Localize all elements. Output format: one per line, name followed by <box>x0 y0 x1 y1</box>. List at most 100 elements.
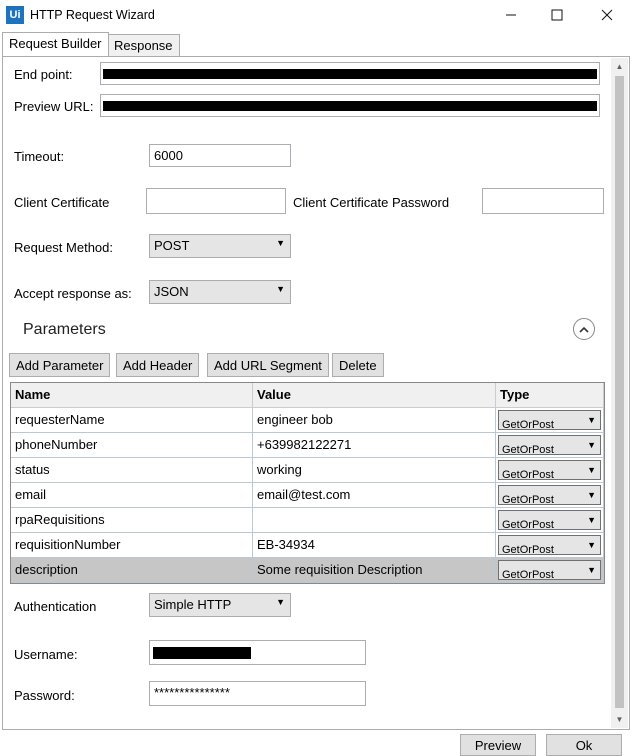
authentication-value: Simple HTTP <box>154 597 232 612</box>
username-input[interactable] <box>149 640 366 665</box>
param-name-cell[interactable]: email <box>11 483 253 508</box>
param-type-value: GetOrPost <box>502 444 554 455</box>
param-value-cell[interactable]: EB-34934 <box>253 533 496 558</box>
end-point-label: End point: <box>14 67 73 82</box>
param-value-cell[interactable]: working <box>253 458 496 483</box>
preview-button[interactable]: Preview <box>460 734 536 756</box>
add-parameter-button[interactable]: Add Parameter <box>9 353 111 377</box>
table-row[interactable]: rpaRequisitions GetOrPost ▼ <box>11 508 604 533</box>
tab-request-builder[interactable]: Request Builder <box>2 32 109 56</box>
param-name-cell[interactable]: requesterName <box>11 408 253 433</box>
column-header-type[interactable]: Type <box>496 383 604 408</box>
column-header-name[interactable]: Name <box>11 383 253 408</box>
scroll-up-icon[interactable]: ▲ <box>611 58 628 75</box>
client-certificate-password-input[interactable] <box>482 188 604 214</box>
dropdown-arrow-icon: ▼ <box>587 415 596 425</box>
request-method-label: Request Method: <box>14 240 114 255</box>
maximize-button[interactable] <box>534 0 580 30</box>
end-point-field[interactable] <box>100 62 600 85</box>
param-type-select[interactable]: GetOrPost ▼ <box>498 485 601 505</box>
minimize-icon <box>506 14 516 16</box>
add-header-button[interactable]: Add Header <box>116 353 200 377</box>
table-row[interactable]: phoneNumber +639982122271 GetOrPost ▼ <box>11 433 604 458</box>
minimize-button[interactable] <box>488 0 534 30</box>
param-type-cell: GetOrPost ▼ <box>496 533 604 558</box>
add-url-segment-button[interactable]: Add URL Segment <box>207 353 329 377</box>
param-type-select[interactable]: GetOrPost ▼ <box>498 435 601 455</box>
request-builder-panel: End point: Preview URL: Timeout: 6000 Cl… <box>2 56 630 730</box>
window-title: HTTP Request Wizard <box>30 8 155 22</box>
param-type-select[interactable]: GetOrPost ▼ <box>498 535 601 555</box>
parameters-heading: Parameters <box>23 321 106 338</box>
maximize-icon <box>551 9 563 21</box>
table-row[interactable]: description Some requisition Description G… <box>11 558 604 583</box>
param-name-cell[interactable]: phoneNumber <box>11 433 253 458</box>
password-label: Password: <box>14 688 75 703</box>
close-button[interactable] <box>584 0 630 30</box>
param-name-cell[interactable]: rpaRequisitions <box>11 508 253 533</box>
ok-button[interactable]: Ok <box>546 734 622 756</box>
table-row[interactable]: email email@test.com GetOrPost ▼ <box>11 483 604 508</box>
uipath-logo-icon: Ui <box>6 6 24 24</box>
delete-button[interactable]: Delete <box>332 353 384 377</box>
title-bar: Ui HTTP Request Wizard <box>0 0 634 32</box>
preview-url-field[interactable] <box>100 94 600 117</box>
param-type-cell: GetOrPost ▼ <box>496 408 604 433</box>
param-type-select[interactable]: GetOrPost ▼ <box>498 460 601 480</box>
dropdown-arrow-icon: ▼ <box>276 597 285 607</box>
param-name-cell[interactable]: requisitionNumber <box>11 533 253 558</box>
param-value-cell[interactable]: engineer bob <box>253 408 496 433</box>
authentication-select[interactable]: Simple HTTP ▼ <box>149 593 291 617</box>
dropdown-arrow-icon: ▼ <box>587 540 596 550</box>
param-type-cell: GetOrPost ▼ <box>496 508 604 533</box>
chevron-up-icon[interactable] <box>573 318 595 340</box>
param-type-cell: GetOrPost ▼ <box>496 558 604 583</box>
password-input[interactable]: *************** <box>149 681 366 706</box>
param-value-cell[interactable]: Some requisition Description <box>253 558 496 583</box>
param-value-cell[interactable] <box>253 508 496 533</box>
accept-response-label: Accept response as: <box>14 286 132 301</box>
redaction-bar <box>103 69 597 79</box>
param-type-value: GetOrPost <box>502 544 554 555</box>
table-row[interactable]: requisitionNumber EB-34934 GetOrPost ▼ <box>11 533 604 558</box>
tab-response[interactable]: Response <box>107 34 180 56</box>
param-type-value: GetOrPost <box>502 494 554 505</box>
dropdown-arrow-icon: ▼ <box>587 465 596 475</box>
column-header-value[interactable]: Value <box>253 383 496 408</box>
param-type-value: GetOrPost <box>502 419 554 430</box>
grid-header: Name Value Type <box>11 383 604 408</box>
table-row[interactable]: status working GetOrPost ▼ <box>11 458 604 483</box>
client-certificate-input[interactable] <box>146 188 286 214</box>
tab-strip: Request Builder Response <box>0 32 634 56</box>
dropdown-arrow-icon: ▼ <box>276 238 285 248</box>
redaction-bar <box>103 101 597 111</box>
timeout-label: Timeout: <box>14 149 65 164</box>
request-method-select[interactable]: POST ▼ <box>149 234 291 258</box>
dropdown-arrow-icon: ▼ <box>587 565 596 575</box>
parameters-grid: Name Value Type requesterName engineer bo… <box>10 382 605 584</box>
dropdown-arrow-icon: ▼ <box>587 490 596 500</box>
scroll-thumb[interactable] <box>615 76 624 708</box>
client-certificate-label: Client Certificate <box>14 195 110 210</box>
param-type-cell: GetOrPost ▼ <box>496 483 604 508</box>
param-name-cell[interactable]: status <box>11 458 253 483</box>
param-type-value: GetOrPost <box>502 569 554 580</box>
scroll-down-icon[interactable]: ▼ <box>611 711 628 728</box>
table-row[interactable]: requesterName engineer bob GetOrPost ▼ <box>11 408 604 433</box>
request-method-value: POST <box>154 238 190 253</box>
param-value-cell[interactable]: email@test.com <box>253 483 496 508</box>
username-label: Username: <box>14 647 78 662</box>
param-type-cell: GetOrPost ▼ <box>496 433 604 458</box>
dropdown-arrow-icon: ▼ <box>587 515 596 525</box>
authentication-label: Authentication <box>14 599 97 614</box>
param-type-value: GetOrPost <box>502 519 554 530</box>
param-name-cell[interactable]: description <box>11 558 253 583</box>
param-type-select[interactable]: GetOrPost ▼ <box>498 410 601 430</box>
vertical-scrollbar[interactable]: ▲ ▼ <box>611 58 628 728</box>
grid-rows: requesterName engineer bob GetOrPost ▼ phone… <box>11 408 604 583</box>
timeout-input[interactable]: 6000 <box>149 144 291 167</box>
accept-response-select[interactable]: JSON ▼ <box>149 280 291 304</box>
param-type-select[interactable]: GetOrPost ▼ <box>498 560 601 580</box>
param-value-cell[interactable]: +639982122271 <box>253 433 496 458</box>
param-type-select[interactable]: GetOrPost ▼ <box>498 510 601 530</box>
